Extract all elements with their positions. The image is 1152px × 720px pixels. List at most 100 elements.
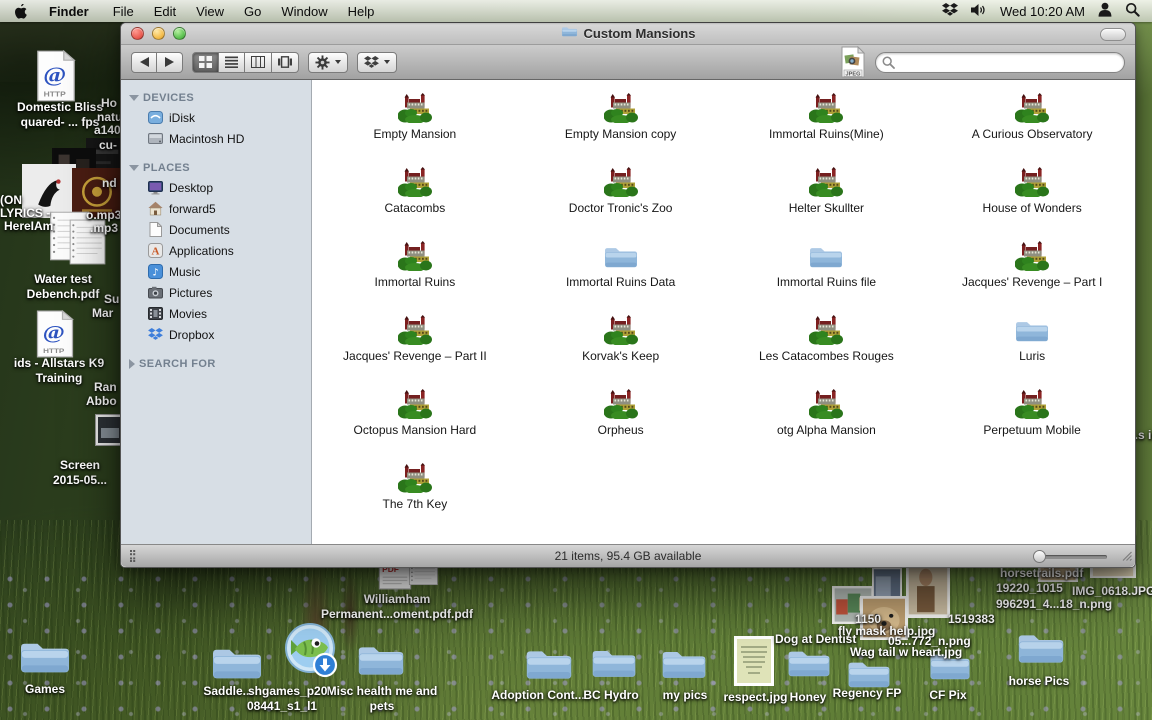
file-label: otg Alpha Mansion — [777, 423, 876, 437]
toolbar-toggle-capsule[interactable] — [1100, 28, 1126, 41]
desktop-label-fragment: Ho — [101, 96, 117, 110]
file-label: Empty Mansion copy — [565, 127, 676, 141]
zoom-button[interactable] — [173, 27, 186, 40]
file-label: Immortal Ruins file — [777, 275, 876, 289]
forward-button[interactable] — [157, 52, 183, 73]
apple-menu[interactable] — [0, 4, 39, 19]
icon-size-toggle[interactable] — [130, 550, 142, 565]
file-label: Jacques' Revenge – Part II — [343, 349, 487, 363]
menubar-clock[interactable]: Wed 10:20 AM — [1000, 4, 1085, 19]
file-item[interactable]: Perpetuum Mobile — [929, 385, 1135, 459]
icon-size-slider[interactable] — [1033, 549, 1107, 564]
file-item[interactable]: Jacques' Revenge – Part I — [929, 237, 1135, 311]
folder-proxy-icon — [561, 25, 578, 43]
file-item[interactable]: Immortal Ruins(Mine) — [724, 89, 930, 163]
file-label: Orpheus — [598, 423, 644, 437]
sidebar-item-forward5[interactable]: forward5 — [121, 198, 311, 219]
file-item[interactable]: Catacombs — [312, 163, 518, 237]
sidebar-item-applications[interactable]: AApplications — [121, 240, 311, 261]
file-item[interactable]: A Curious Observatory — [929, 89, 1135, 163]
sidebar-item-dropbox[interactable]: Dropbox — [121, 324, 311, 345]
jpeg-file-proxy-icon[interactable]: JPEG — [840, 46, 866, 78]
menu-view[interactable]: View — [186, 4, 234, 19]
sidebar-item-music[interactable]: ♪Music — [121, 261, 311, 282]
window-title: Custom Mansions — [584, 26, 696, 41]
mansion-icon — [604, 388, 638, 419]
file-item[interactable]: Jacques' Revenge – Part II — [312, 311, 518, 385]
menu-help[interactable]: Help — [338, 4, 385, 19]
desktop-folder-icon[interactable] — [18, 636, 72, 678]
coverflow-view-button[interactable] — [272, 52, 299, 73]
search-input[interactable] — [875, 52, 1125, 73]
mansion-icon — [604, 166, 638, 197]
slider-knob[interactable] — [1033, 550, 1046, 563]
desktop-person-photo-icon[interactable] — [906, 560, 950, 618]
desktop-folder-icon[interactable] — [524, 644, 574, 684]
sidebar-item-pictures[interactable]: Pictures — [121, 282, 311, 303]
file-item[interactable]: Les Catacombes Rouges — [724, 311, 930, 385]
desktop-label-fragment: .mp3 — [90, 221, 118, 235]
file-item[interactable]: Immortal Ruins file — [724, 237, 930, 311]
menu-edit[interactable]: Edit — [144, 4, 186, 19]
desktop-folder-icon[interactable] — [590, 644, 638, 682]
file-item[interactable]: Immortal Ruins — [312, 237, 518, 311]
file-item[interactable]: Immortal Ruins Data — [518, 237, 724, 311]
desktop-folder-icon[interactable] — [210, 642, 264, 684]
icon-view-button[interactable] — [192, 52, 219, 73]
file-item[interactable]: Doctor Tronic's Zoo — [518, 163, 724, 237]
sidebar-item-movies[interactable]: Movies — [121, 303, 311, 324]
titlebar[interactable]: Custom Mansions — [121, 23, 1135, 45]
sidebar-item-idisk[interactable]: iDisk — [121, 107, 311, 128]
menu-finder[interactable]: Finder — [39, 4, 103, 19]
desktop-http-doc-icon[interactable]: @HTTP — [30, 310, 80, 358]
user-icon[interactable] — [1098, 2, 1112, 20]
close-button[interactable] — [131, 27, 144, 40]
file-item[interactable]: otg Alpha Mansion — [724, 385, 930, 459]
list-view-button[interactable] — [219, 52, 245, 73]
desktop-folder-icon[interactable] — [1016, 628, 1066, 668]
mansion-icon — [809, 388, 843, 419]
mansion-icon — [1015, 92, 1049, 123]
file-item[interactable]: Luris — [929, 311, 1135, 385]
desktop-http-doc-icon[interactable]: @HTTP — [30, 50, 82, 102]
desktop-label-fragment: LYRICS - — [0, 206, 50, 220]
action-gear-button[interactable] — [308, 52, 348, 73]
desktop-fish-app-icon[interactable] — [282, 622, 340, 680]
desktop-label-fragment: (ON — [0, 193, 22, 207]
dropbox-toolbar-button[interactable] — [357, 52, 397, 73]
dropbox-menu-icon[interactable] — [942, 3, 958, 20]
desktop-folder-icon[interactable] — [660, 645, 708, 683]
file-item[interactable]: Octopus Mansion Hard — [312, 385, 518, 459]
file-item[interactable]: Orpheus — [518, 385, 724, 459]
file-item[interactable]: House of Wonders — [929, 163, 1135, 237]
desktop-folder-icon[interactable] — [786, 645, 832, 681]
desktop-icon-label: Misc health me andpets — [322, 684, 442, 714]
spotlight-icon[interactable] — [1125, 2, 1140, 20]
sidebar-item-documents[interactable]: Documents — [121, 219, 311, 240]
sidebar-section-places[interactable]: PLACES — [121, 159, 311, 177]
apple-icon — [14, 4, 27, 19]
pictures-icon — [147, 285, 163, 301]
file-item[interactable]: Empty Mansion copy — [518, 89, 724, 163]
window-resize-grip[interactable] — [1121, 550, 1132, 564]
desktop-folder-icon[interactable] — [356, 640, 406, 680]
column-view-button[interactable] — [245, 52, 272, 73]
menu-window[interactable]: Window — [271, 4, 337, 19]
svg-text:@: @ — [43, 322, 65, 344]
sidebar-section-search-for[interactable]: SEARCH FOR — [121, 355, 311, 373]
file-item[interactable]: Korvak's Keep — [518, 311, 724, 385]
sidebar-section-devices[interactable]: DEVICES — [121, 89, 311, 107]
sidebar-item-macintosh-hd[interactable]: Macintosh HD — [121, 128, 311, 149]
file-label: Catacombs — [385, 201, 446, 215]
desktop-label-fragment: shgames_p20 — [248, 684, 327, 698]
file-item[interactable]: Helter Skullter — [724, 163, 930, 237]
file-item[interactable]: The 7th Key — [312, 459, 518, 533]
menu-file[interactable]: File — [103, 4, 144, 19]
menu-go[interactable]: Go — [234, 4, 271, 19]
minimize-button[interactable] — [152, 27, 165, 40]
file-item[interactable]: Empty Mansion — [312, 89, 518, 163]
volume-icon[interactable] — [971, 3, 987, 20]
back-button[interactable] — [131, 52, 157, 73]
desktop-respect-img-icon[interactable] — [734, 636, 774, 686]
sidebar-item-desktop[interactable]: Desktop — [121, 177, 311, 198]
